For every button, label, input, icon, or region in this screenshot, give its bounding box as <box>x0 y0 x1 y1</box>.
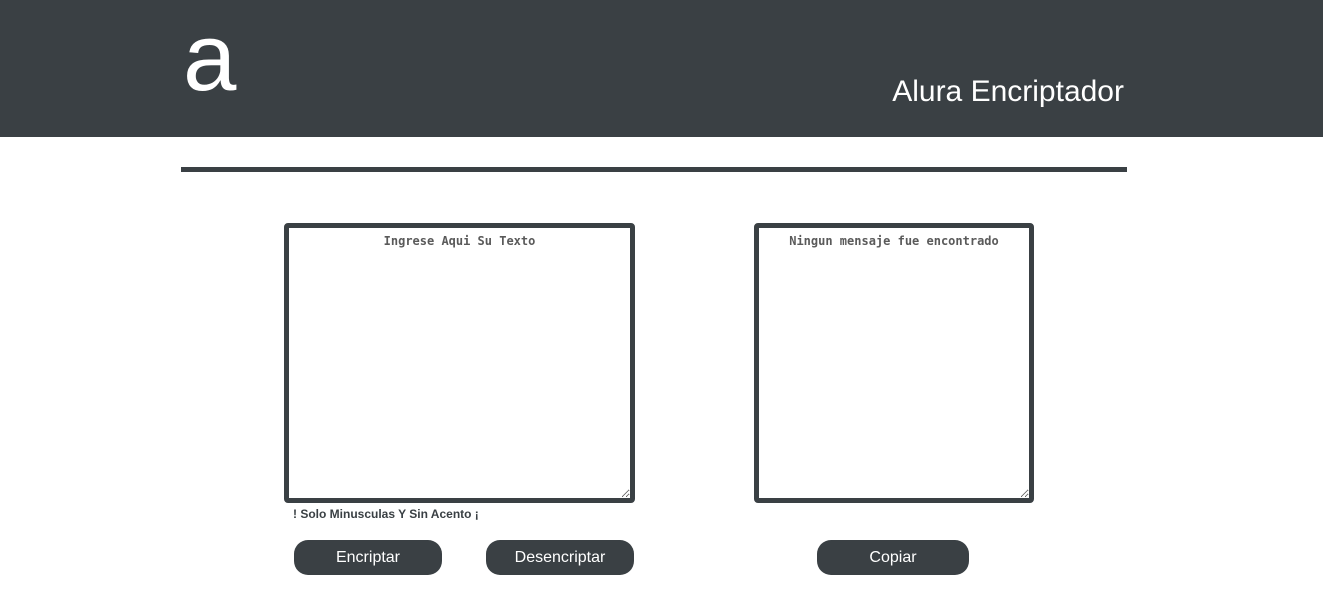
header-bar: a Alura Encriptador <box>0 0 1323 137</box>
output-textarea[interactable] <box>754 223 1034 503</box>
page-title: Alura Encriptador <box>892 75 1124 108</box>
logo: a <box>183 4 237 111</box>
divider <box>181 167 1127 172</box>
encrypt-button[interactable]: Encriptar <box>294 540 442 575</box>
copy-button[interactable]: Copiar <box>817 540 969 575</box>
input-textarea[interactable] <box>284 223 635 503</box>
input-hint: ! Solo Minusculas Y Sin Acento ¡ <box>293 507 479 521</box>
decrypt-button[interactable]: Desencriptar <box>486 540 634 575</box>
